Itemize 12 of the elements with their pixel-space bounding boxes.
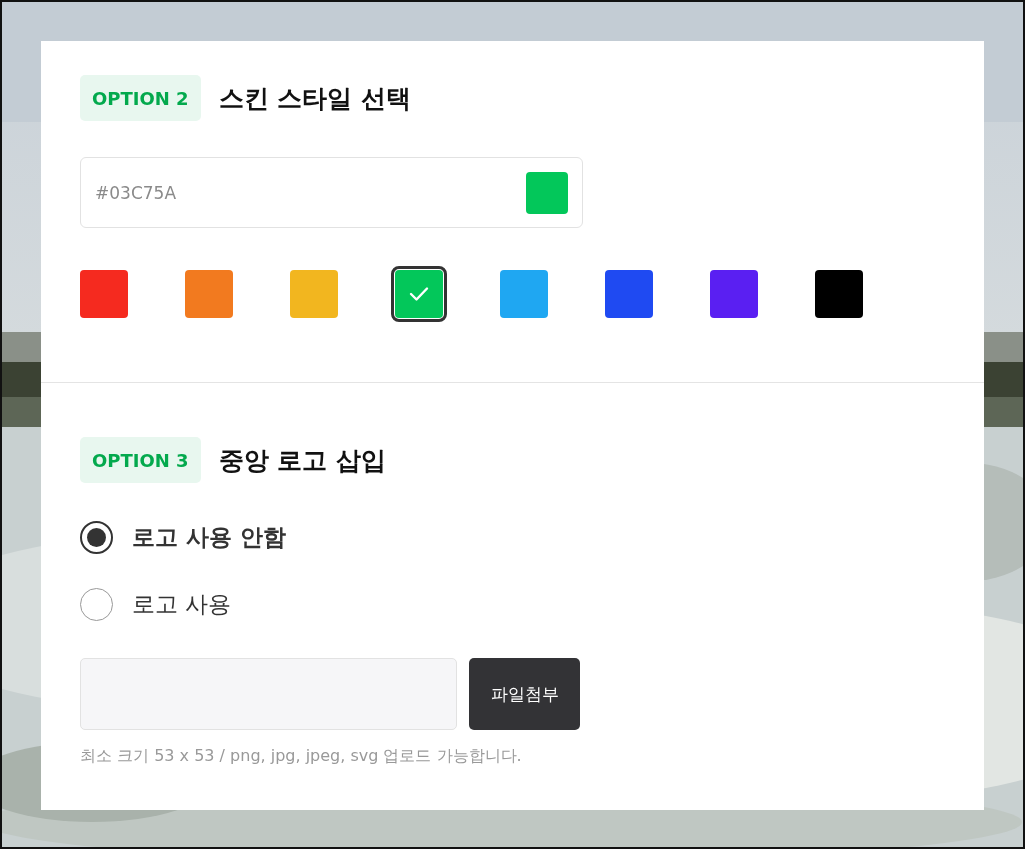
option-badge: OPTION 2 <box>80 75 201 121</box>
section-title: 중앙 로고 삽입 <box>218 444 387 477</box>
attach-file-button[interactable]: 파일첨부 <box>469 658 580 730</box>
radio-label: 로고 사용 안함 <box>132 523 286 552</box>
check-icon <box>409 286 429 302</box>
hint-text: 최소 크기 53 x 53 / png, jpg, jpeg, svg 업로드 가능합니다. <box>80 746 523 767</box>
radio-button[interactable] <box>80 521 113 554</box>
color-input-field[interactable]: #03C75A <box>80 157 583 228</box>
radio-label: 로고 사용 <box>132 590 232 619</box>
section-title: 스킨 스타일 선택 <box>218 82 412 115</box>
option-badge: OPTION 3 <box>80 437 201 483</box>
file-name-field[interactable] <box>80 658 457 730</box>
